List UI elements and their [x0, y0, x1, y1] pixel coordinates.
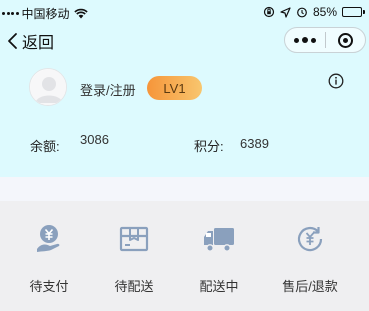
balance-label: 余额:: [30, 139, 60, 154]
order-in-delivery[interactable]: 配送中: [173, 201, 265, 311]
package-icon: [119, 226, 149, 252]
login-register-link[interactable]: 登录/注册: [80, 80, 136, 99]
order-label: 配送中: [199, 279, 239, 294]
order-label: 待支付: [29, 279, 69, 294]
points-value: 6389: [240, 136, 269, 151]
status-left: 中国移动: [2, 5, 88, 22]
mini-program-capsule: [284, 27, 366, 53]
order-pending-delivery[interactable]: 待配送: [88, 201, 180, 311]
signal-icon: [2, 12, 19, 15]
target-icon: [338, 32, 353, 48]
order-label: 待配送: [114, 279, 154, 294]
more-dots-icon: [294, 37, 299, 43]
avatar[interactable]: [29, 68, 67, 106]
chevron-left-icon: [8, 33, 17, 49]
default-avatar-icon: [30, 69, 66, 105]
wifi-icon: [73, 8, 88, 19]
alarm-icon: [297, 7, 307, 18]
orientation-lock-icon: [263, 6, 275, 18]
order-status-bar: 待支付 待配送 配送中 售后/退款: [0, 201, 369, 311]
status-right: 85%: [263, 5, 365, 19]
section-spacer: [0, 177, 369, 201]
battery-icon: [342, 7, 365, 17]
info-icon[interactable]: [328, 73, 344, 89]
payment-icon: [37, 225, 60, 252]
carrier-name: 中国移动: [21, 7, 70, 21]
balance-value: 3086: [80, 132, 109, 147]
status-bar: 中国移动 85%: [0, 0, 369, 24]
back-button[interactable]: 返回: [6, 29, 54, 53]
level-badge: LV1: [147, 76, 202, 100]
more-button[interactable]: [285, 28, 325, 52]
refund-icon: [297, 226, 323, 252]
order-after-sales[interactable]: 售后/退款: [264, 201, 356, 311]
back-label: 返回: [22, 35, 55, 52]
order-label: 售后/退款: [282, 279, 338, 294]
profile-header: 返回 登录/注册 LV1 余额: 3086 积分: 6389: [0, 24, 369, 177]
order-pending-payment[interactable]: 待支付: [3, 201, 95, 311]
battery-percent: 85%: [312, 5, 337, 19]
location-arrow-icon: [280, 6, 291, 18]
truck-icon: [204, 228, 234, 252]
points-label: 积分:: [194, 139, 224, 154]
close-mini-program-button[interactable]: [326, 28, 365, 52]
